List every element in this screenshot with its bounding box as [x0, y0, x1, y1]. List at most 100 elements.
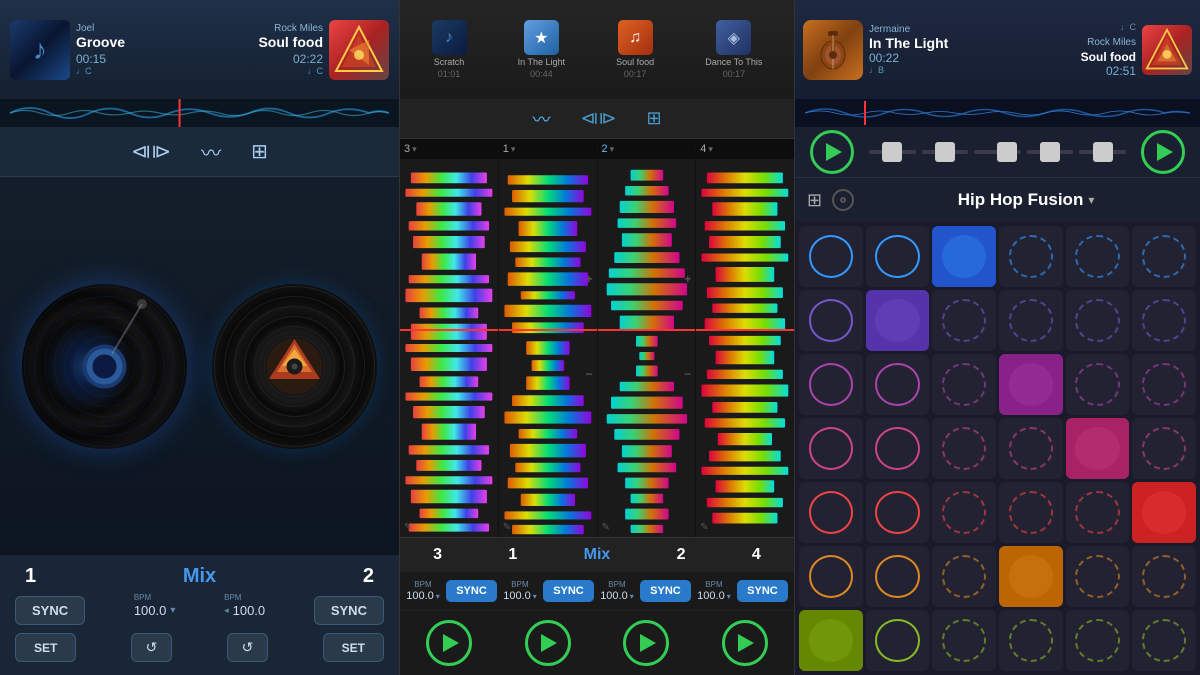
pad-ring-r6-c0: [809, 619, 854, 662]
left-grid-icon[interactable]: ⊞: [251, 139, 268, 164]
pad-r3-c1[interactable]: [866, 418, 930, 479]
loop-btn-2[interactable]: ↺: [227, 633, 269, 662]
pad-ring-r4-c2: [942, 491, 987, 534]
pad-ring-r1-c5: [1142, 299, 1187, 342]
mode-circle-btn[interactable]: [832, 189, 854, 211]
track-time-scratch: 01:01: [438, 69, 461, 79]
right-play-btn-2[interactable]: [1141, 130, 1185, 174]
fader-1[interactable]: [869, 150, 916, 154]
pad-r4-c0[interactable]: [799, 482, 863, 543]
middle-sliders-icon[interactable]: ⧏⧐: [580, 108, 616, 129]
pad-r2-c3[interactable]: [999, 354, 1063, 415]
sync-btn-mid-4[interactable]: SYNC: [737, 580, 788, 602]
fader-5[interactable]: [1079, 150, 1126, 154]
middle-top-bar: ♪ Scratch 01:01 ★ In The Light 00:44 ♫ S…: [400, 0, 794, 99]
pad-r6-c2[interactable]: [932, 610, 996, 671]
pad-r5-c2[interactable]: [932, 546, 996, 607]
sync-btn-1[interactable]: SYNC: [15, 596, 85, 625]
grid-btn-right[interactable]: ⊞: [807, 190, 822, 211]
pad-r4-c5[interactable]: [1132, 482, 1196, 543]
pad-r5-c3[interactable]: [999, 546, 1063, 607]
fader-thumb-2[interactable]: [935, 142, 955, 162]
pad-r3-c5[interactable]: [1132, 418, 1196, 479]
sync-btn-mid-2[interactable]: SYNC: [640, 580, 691, 602]
plus-sign-mix: +: [684, 272, 691, 286]
pad-r1-c0[interactable]: [799, 290, 863, 351]
pad-r0-c1[interactable]: [866, 226, 930, 287]
pad-r2-c2[interactable]: [932, 354, 996, 415]
pad-r4-c3[interactable]: [999, 482, 1063, 543]
pad-r1-c5[interactable]: [1132, 290, 1196, 351]
sync-btn-mid-1[interactable]: SYNC: [543, 580, 594, 602]
right-play-triangle-2: [1157, 143, 1173, 161]
pad-r4-c4[interactable]: [1066, 482, 1130, 543]
col-1-num: 1: [503, 143, 509, 155]
plus-sign-1: +: [585, 272, 592, 286]
right-secondary-artist: Rock Miles: [1087, 37, 1136, 48]
pad-ring-r0-c2: [942, 235, 987, 278]
pad-r1-c3[interactable]: [999, 290, 1063, 351]
middle-grid-icon[interactable]: ⊞: [646, 108, 661, 129]
pad-r5-c1[interactable]: [866, 546, 930, 607]
pad-r3-c3[interactable]: [999, 418, 1063, 479]
pad-r3-c2[interactable]: [932, 418, 996, 479]
waveform-grid: 3 ▾: [400, 139, 794, 537]
pad-r2-c5[interactable]: [1132, 354, 1196, 415]
pad-r3-c4[interactable]: [1066, 418, 1130, 479]
fader-thumb-5[interactable]: [1093, 142, 1113, 162]
set-btn-1[interactable]: SET: [15, 633, 76, 662]
sync-btn-mid-3[interactable]: SYNC: [446, 580, 497, 602]
play-btn-1[interactable]: [525, 620, 571, 666]
pad-r6-c0[interactable]: [799, 610, 863, 671]
fader-thumb-1[interactable]: [882, 142, 902, 162]
pad-r0-c2[interactable]: [932, 226, 996, 287]
pad-r2-c4[interactable]: [1066, 354, 1130, 415]
pad-r0-c3[interactable]: [999, 226, 1063, 287]
pad-r5-c4[interactable]: [1066, 546, 1130, 607]
edit-icon-mix: ✎: [602, 522, 610, 533]
fader-3[interactable]: [974, 150, 1021, 154]
pad-r1-c2[interactable]: [932, 290, 996, 351]
pad-r5-c5[interactable]: [1132, 546, 1196, 607]
pad-r0-c0[interactable]: [799, 226, 863, 287]
pad-r6-c1[interactable]: [866, 610, 930, 671]
pad-r3-c0[interactable]: [799, 418, 863, 479]
genre-arrow[interactable]: ▾: [1088, 193, 1094, 207]
turntable-1[interactable]: [22, 284, 187, 449]
track-icon-light: ★: [524, 20, 559, 55]
edit-icon-3: ✎: [404, 522, 412, 533]
right-play-btn-1[interactable]: [810, 130, 854, 174]
pad-r2-c1[interactable]: [866, 354, 930, 415]
pad-r4-c2[interactable]: [932, 482, 996, 543]
play-btn-2[interactable]: [722, 620, 768, 666]
middle-wave-icon[interactable]: 〰: [532, 106, 550, 132]
pad-r1-c1[interactable]: [866, 290, 930, 351]
bpm-num-3: 100.0: [406, 590, 434, 602]
loop-btn-1[interactable]: ↺: [131, 633, 173, 662]
fader-thumb-3[interactable]: [997, 142, 1017, 162]
fader-4[interactable]: [1027, 150, 1074, 154]
bpm-val-2: 100.0: [233, 603, 266, 618]
pad-r6-c3[interactable]: [999, 610, 1063, 671]
left-sliders-icon[interactable]: ⧏⧐: [131, 139, 171, 164]
play-btn-3[interactable]: [426, 620, 472, 666]
left-wave-icon[interactable]: 〰: [201, 137, 221, 166]
track-mini-3: ♫ Soul food 00:17: [616, 20, 654, 79]
waveform-col-4: 4 ▾: [696, 139, 794, 537]
pad-r1-c4[interactable]: [1066, 290, 1130, 351]
set-btn-2[interactable]: SET: [323, 633, 384, 662]
turntable-2[interactable]: [212, 284, 377, 449]
pad-r0-c4[interactable]: [1066, 226, 1130, 287]
pad-r0-c5[interactable]: [1132, 226, 1196, 287]
sync-btn-2[interactable]: SYNC: [314, 596, 384, 625]
pad-r6-c5[interactable]: [1132, 610, 1196, 671]
fader-thumb-4[interactable]: [1040, 142, 1060, 162]
fader-2[interactable]: [922, 150, 969, 154]
pad-r6-c4[interactable]: [1066, 610, 1130, 671]
pad-r2-c0[interactable]: [799, 354, 863, 415]
pad-r5-c0[interactable]: [799, 546, 863, 607]
right-top-bar: Jermaine In The Light 00:22 ♩B ♩C Rock M…: [795, 0, 1200, 99]
pad-r4-c1[interactable]: [866, 482, 930, 543]
track-mini-4: ◈ Dance To This 00:17: [705, 20, 762, 79]
play-btn-mix[interactable]: [623, 620, 669, 666]
